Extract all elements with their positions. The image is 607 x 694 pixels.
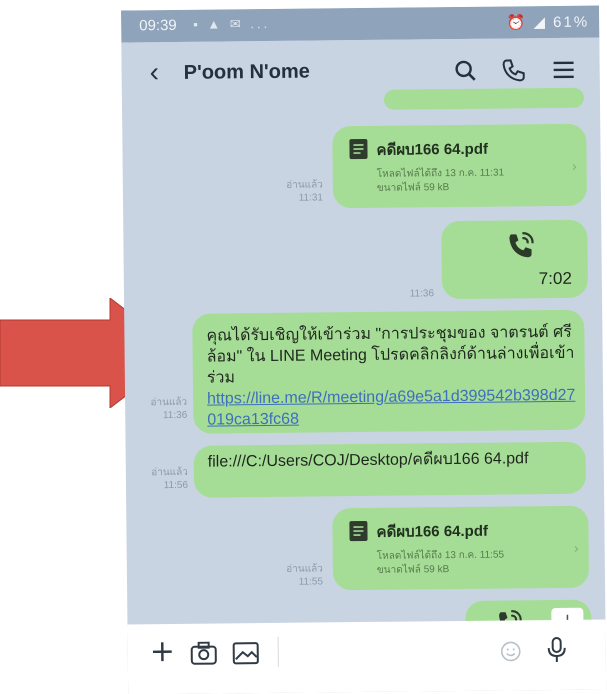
call-time: 11:36	[394, 287, 434, 300]
message-time: 11:36	[127, 409, 187, 423]
input-bar: +	[127, 619, 606, 694]
read-receipt: อ่านแล้ว 11:36	[127, 396, 187, 423]
read-label: อ่านแล้ว	[127, 396, 187, 410]
file-message[interactable]: คดีผบ166 64.pdf โหลดไฟล์ได้ถึง 13 ก.ค. 1…	[332, 506, 589, 591]
meeting-invite-message[interactable]: คุณได้รับเชิญให้เข้าร่วม "การประชุมของ จ…	[192, 310, 585, 434]
image-icon[interactable]	[232, 641, 260, 665]
message-time: 11:31	[263, 191, 323, 205]
partial-message	[384, 88, 584, 110]
chevron-right-icon: ›	[574, 540, 579, 556]
file-name: คดีผบ166 64.pdf	[376, 137, 488, 162]
document-icon	[348, 520, 368, 542]
call-icon	[505, 230, 535, 260]
notification-icons: ▪ ▲ ✉ ...	[193, 16, 270, 33]
document-icon	[348, 138, 368, 160]
meeting-link[interactable]: https://line.me/R/meeting/a69e5a1d399542…	[207, 385, 577, 431]
file-expiry: โหลดไฟล์ได้ถึง 13 ก.ค. 11:55	[377, 549, 504, 564]
message-time: 11:36	[394, 287, 434, 300]
file-path-text: file:///C:/Users/COJ/Desktop/คดีผบ166 64…	[208, 448, 578, 473]
read-receipt: อ่านแล้ว 11:31	[263, 178, 323, 205]
read-receipt: อ่านแล้ว 11:56	[128, 466, 188, 493]
file-size: ขนาดไฟล์ 59 kB	[377, 181, 450, 196]
invite-text: คุณได้รับเชิญให้เข้าร่วม "การประชุมของ จ…	[206, 322, 577, 389]
menu-icon[interactable]	[550, 56, 578, 84]
phone-call-icon[interactable]	[500, 56, 528, 84]
file-expiry: โหลดไฟล์ได้ถึง 13 ก.ค. 11:31	[377, 167, 504, 182]
read-label: อ่านแล้ว	[263, 562, 323, 576]
camera-icon[interactable]	[190, 642, 218, 666]
back-button[interactable]: ‹	[149, 56, 159, 88]
message-input[interactable]	[278, 635, 459, 667]
status-bar: 09:39 ▪ ▲ ✉ ... ⏰ ◢ 61%	[121, 5, 599, 42]
chevron-right-icon: ›	[572, 158, 577, 174]
file-size: ขนาดไฟล์ 59 kB	[377, 563, 450, 578]
contact-name[interactable]: P'oom N'ome	[184, 61, 310, 85]
read-receipt: อ่านแล้ว 11:55	[263, 562, 323, 589]
phone-screen: 09:39 ▪ ▲ ✉ ... ⏰ ◢ 61% ‹ P'oom N'ome อ่…	[121, 5, 606, 694]
status-time: 09:39	[139, 17, 177, 34]
microphone-icon[interactable]	[546, 636, 568, 664]
call-message[interactable]: 7:02	[441, 220, 588, 300]
chat-area[interactable]: อ่านแล้ว 11:31 คดีผบ166 64.pdf โหลดไฟล์ไ…	[122, 99, 605, 624]
file-name: คดีผบ166 64.pdf	[376, 519, 488, 544]
battery-indicator: ⏰ ◢ 61%	[506, 13, 589, 32]
battery-level: 61%	[553, 14, 589, 31]
emoji-icon[interactable]	[500, 640, 522, 662]
message-time: 11:55	[263, 575, 323, 589]
file-path-message[interactable]: file:///C:/Users/COJ/Desktop/คดีผบ166 64…	[194, 442, 587, 498]
call-duration: 7:02	[539, 268, 572, 289]
file-message[interactable]: คดีผบ166 64.pdf โหลดไฟล์ได้ถึง 13 ก.ค. 1…	[332, 124, 587, 209]
read-label: อ่านแล้ว	[263, 178, 323, 192]
plus-icon[interactable]: +	[150, 634, 176, 669]
message-time: 11:56	[128, 479, 188, 493]
search-icon[interactable]	[452, 57, 480, 85]
read-label: อ่านแล้ว	[128, 466, 188, 480]
